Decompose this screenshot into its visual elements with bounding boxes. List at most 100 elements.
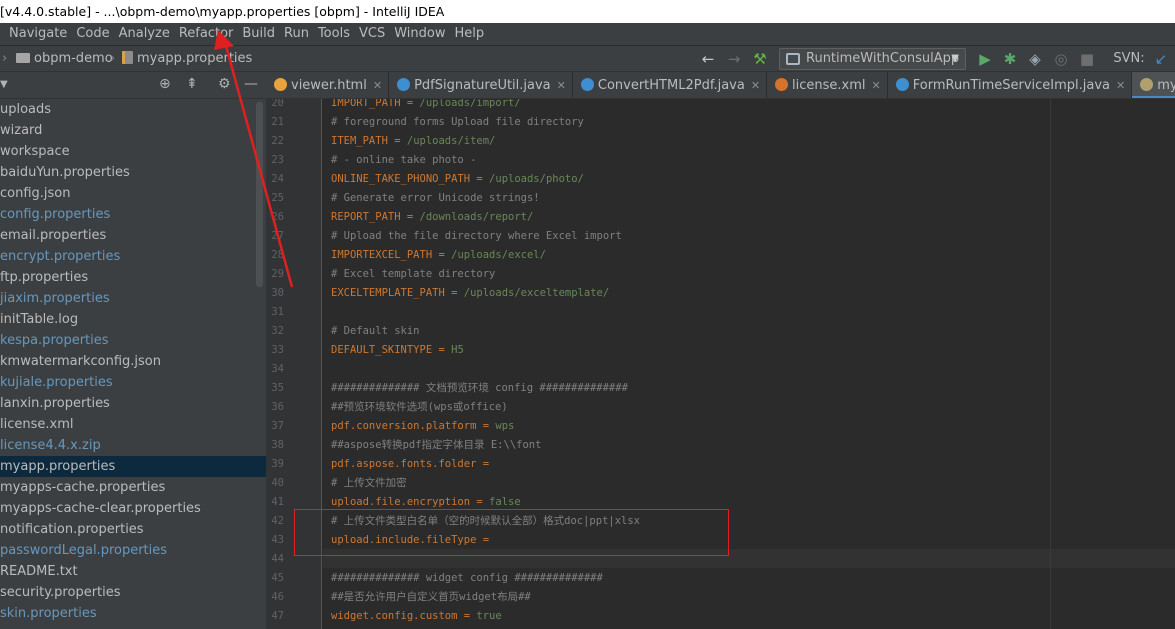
line-number: 44 (271, 553, 284, 565)
editor-tab[interactable]: ConvertHTML2Pdf.java ✕ (573, 72, 768, 98)
menu-analyze[interactable]: Analyze (113, 23, 173, 45)
editor-tab[interactable]: PdfSignatureUtil.java ✕ (389, 72, 573, 98)
tree-item[interactable]: myapps-cache.properties (0, 477, 266, 498)
close-tab-icon[interactable]: ✕ (872, 79, 881, 92)
tree-item[interactable]: kujiale.properties (0, 372, 266, 393)
tree-item[interactable]: myapp.properties (0, 456, 266, 477)
tree-item[interactable]: README.txt (0, 561, 266, 582)
line-number: 38 (271, 439, 284, 451)
close-tab-icon[interactable]: ✕ (1116, 79, 1125, 92)
tree-item[interactable]: config.properties (0, 204, 266, 225)
file-type-icon (397, 78, 411, 91)
tree-item[interactable]: lanxin.properties (0, 393, 266, 414)
breadcrumb-project[interactable]: obpm-demo (16, 51, 113, 66)
svn-update-icon[interactable]: ↙ (1152, 49, 1170, 69)
editor-tab[interactable]: myapp.proper (1132, 72, 1175, 98)
editor-tab-label: ConvertHTML2Pdf.java (597, 78, 745, 93)
tree-item[interactable]: security.properties (0, 582, 266, 603)
run-icon[interactable]: ▶ (976, 49, 994, 69)
menu-run[interactable]: Run (278, 23, 312, 45)
annotation-highlight-box (294, 509, 729, 556)
editor-tab[interactable]: viewer.html ✕ (266, 72, 390, 98)
tree-item[interactable]: skin.properties (0, 603, 266, 624)
tree-item[interactable]: encrypt.properties (0, 246, 266, 267)
editor-tab[interactable]: license.xml ✕ (767, 72, 888, 98)
code-line: ##预览环境软件选项(wps或office) (331, 398, 508, 417)
menu-tools[interactable]: Tools (312, 23, 353, 45)
line-number: 42 (271, 515, 284, 527)
file-type-icon (1140, 78, 1154, 91)
hide-panel-icon[interactable]: — (244, 76, 258, 92)
close-tab-icon[interactable]: ✕ (373, 79, 382, 92)
line-number: 21 (271, 116, 284, 128)
dropdown-arrow-icon[interactable]: ▼ (0, 79, 8, 90)
property-key: EXCELTEMPLATE_PATH (331, 287, 445, 299)
tree-item[interactable]: kmwatermarkconfig.json (0, 351, 266, 372)
tree-item[interactable]: notification.properties (0, 519, 266, 540)
line-number: 26 (271, 211, 284, 223)
close-tab-icon[interactable]: ✕ (751, 79, 760, 92)
menu-refactor[interactable]: Refactor (173, 23, 237, 45)
comment-text: # Excel template directory (331, 268, 496, 280)
project-tree: uploads wizard workspace baiduYun.propertie… (0, 99, 266, 624)
tree-item[interactable]: kespa.properties (0, 330, 266, 351)
tree-item[interactable]: passwordLegal.properties (0, 540, 266, 561)
menu-code[interactable]: Code (70, 23, 112, 45)
tree-item[interactable]: email.properties (0, 225, 266, 246)
property-key: pdf.aspose.fonts.folder (331, 458, 477, 470)
line-number: 32 (271, 325, 284, 337)
tree-item[interactable]: baiduYun.properties (0, 162, 266, 183)
property-key: widget.config.custom (331, 610, 458, 622)
build-hammer-icon[interactable]: ⚒ (750, 49, 770, 69)
line-number: 23 (271, 154, 284, 166)
run-configuration-select[interactable]: RuntimeWithConsulApp ▼ (779, 48, 966, 70)
menu-vcs[interactable]: VCS (353, 23, 388, 45)
coverage-icon[interactable]: ◈ (1026, 49, 1044, 69)
locate-file-icon[interactable]: ⊕ (159, 76, 171, 92)
property-key: ONLINE_TAKE_PHONO_PATH (331, 173, 471, 185)
tree-item[interactable]: uploads (0, 99, 266, 120)
folder-icon (16, 53, 30, 63)
line-number: 30 (271, 287, 284, 299)
code-line: ############## widget config ###########… (331, 569, 603, 588)
line-number: 28 (271, 249, 284, 261)
code-line: # - online take photo - (331, 151, 476, 170)
code-line: EXCELTEMPLATE_PATH = /uploads/exceltempl… (331, 284, 609, 303)
tree-item[interactable]: license.xml (0, 414, 266, 435)
tree-item[interactable]: config.json (0, 183, 266, 204)
profile-icon[interactable]: ◎ (1052, 49, 1070, 69)
project-tool-window: ▼ ⊕ ⇞ ⚙ — uploads wizard workspace baiduYun… (0, 72, 266, 629)
breadcrumb-file[interactable]: myapp.properties (122, 51, 252, 66)
menu-build[interactable]: Build (236, 23, 278, 45)
menu-bar: Navigate Code Analyze Refactor Build Run Tools… (0, 23, 1175, 45)
property-key: upload.file.encryption (331, 496, 471, 508)
line-number: 36 (271, 401, 284, 413)
forward-icon[interactable]: → (724, 49, 744, 69)
collapse-all-icon[interactable]: ⇞ (186, 76, 198, 92)
property-separator: = (444, 287, 464, 299)
close-tab-icon[interactable]: ✕ (557, 79, 566, 92)
comment-text: ##aspose转换pdf指定字体目录 E:\\font (331, 439, 542, 451)
tree-item[interactable]: workspace (0, 141, 266, 162)
tree-item[interactable]: myapps-cache-clear.properties (0, 498, 266, 519)
line-number: 27 (271, 230, 284, 242)
tree-item[interactable]: jiaxim.properties (0, 288, 266, 309)
property-separator: = (432, 249, 452, 261)
menu-window[interactable]: Window (388, 23, 448, 45)
property-separator: = (476, 420, 496, 432)
tree-item[interactable]: initTable.log (0, 309, 266, 330)
sidebar-scrollbar[interactable] (256, 102, 263, 287)
property-key: ITEM_PATH (331, 135, 388, 147)
back-icon[interactable]: ← (698, 49, 718, 69)
stop-icon[interactable]: ■ (1078, 49, 1096, 69)
menu-navigate[interactable]: Navigate (0, 23, 70, 45)
menu-help[interactable]: Help (448, 23, 487, 45)
tree-item[interactable]: license4.4.x.zip (0, 435, 266, 456)
editor-tab[interactable]: FormRunTimeServiceImpl.java ✕ (888, 72, 1133, 98)
line-number: 46 (271, 591, 284, 603)
debug-icon[interactable]: ✱ (1001, 49, 1019, 69)
settings-gear-icon[interactable]: ⚙ (218, 76, 231, 92)
tree-item[interactable]: wizard (0, 120, 266, 141)
tree-item[interactable]: ftp.properties (0, 267, 266, 288)
code-line: DEFAULT_SKINTYPE = H5 (331, 341, 464, 360)
